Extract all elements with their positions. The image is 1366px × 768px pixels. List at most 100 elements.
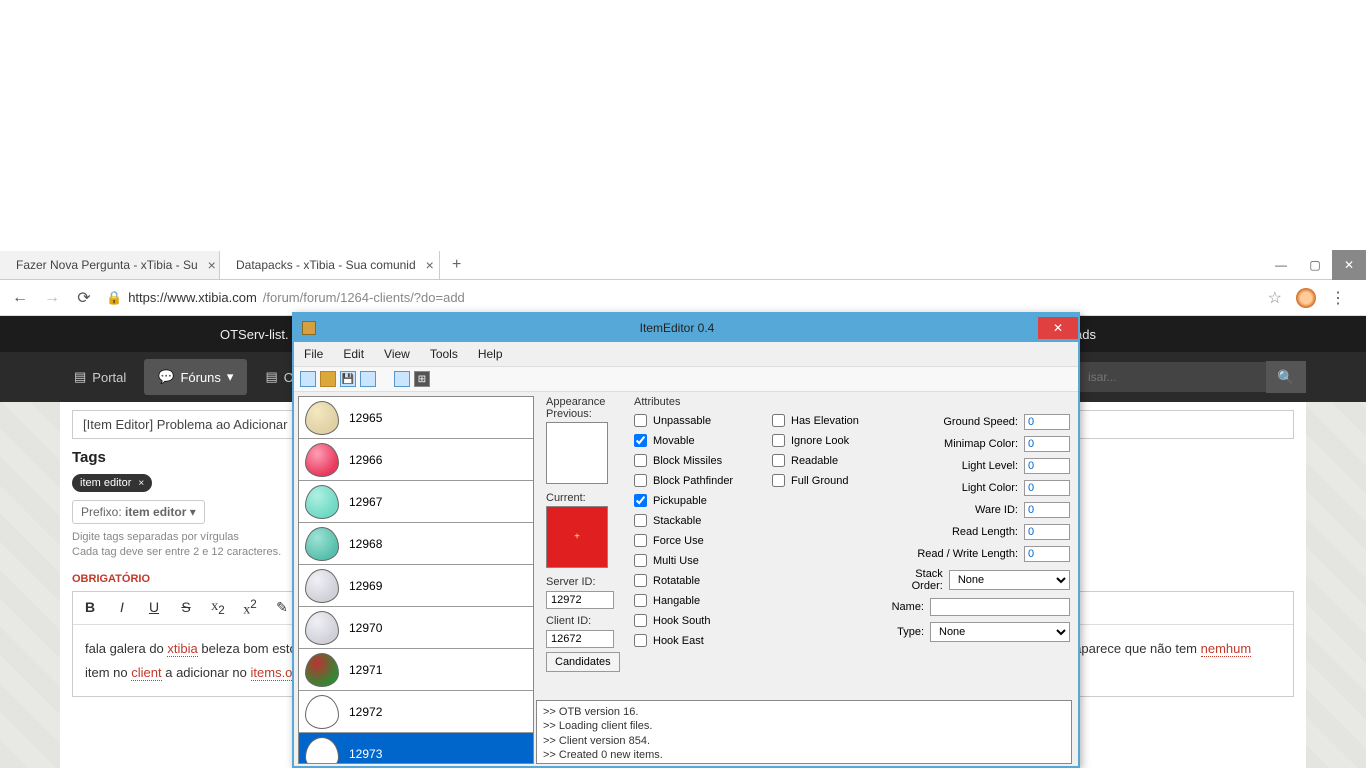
subscript-button[interactable]: x2: [209, 599, 227, 617]
browser-tab-0[interactable]: Fazer Nova Pergunta - xTibia - Su ×: [0, 251, 220, 279]
tab-close-icon[interactable]: ×: [426, 257, 434, 273]
checkbox-input[interactable]: [772, 454, 785, 467]
number-input[interactable]: [1024, 414, 1070, 430]
reload-button[interactable]: ⟳: [74, 288, 94, 308]
menu-tools[interactable]: Tools: [430, 347, 458, 361]
list-item[interactable]: 12971: [299, 649, 533, 691]
list-item[interactable]: 12969: [299, 565, 533, 607]
form-icon[interactable]: [394, 371, 410, 387]
search-input[interactable]: [1076, 362, 1266, 392]
checkbox-input[interactable]: [772, 414, 785, 427]
candidates-button[interactable]: Candidates: [546, 652, 620, 672]
menu-edit[interactable]: Edit: [343, 347, 364, 361]
brush-icon[interactable]: ✎: [273, 600, 291, 617]
number-input[interactable]: [1024, 546, 1070, 562]
number-input[interactable]: [1024, 436, 1070, 452]
superscript-button[interactable]: x2: [241, 598, 259, 619]
list-item[interactable]: 12965: [299, 397, 533, 439]
number-input[interactable]: [1024, 502, 1070, 518]
menu-file[interactable]: File: [304, 347, 323, 361]
tag-chip[interactable]: item editor ×: [72, 474, 152, 492]
url-field[interactable]: 🔒 https://www.xtibia.com/forum/forum/126…: [106, 290, 1256, 306]
text-input[interactable]: [930, 598, 1070, 616]
nav-portal[interactable]: ▤ Portal: [60, 359, 140, 395]
strike-button[interactable]: S: [177, 599, 195, 617]
checkbox-block-missiles[interactable]: Block Missiles: [634, 454, 764, 467]
open-folder-icon[interactable]: [320, 371, 336, 387]
server-id-input[interactable]: [546, 591, 614, 609]
grid-icon[interactable]: ⊞: [414, 371, 430, 387]
checkbox-multi-use[interactable]: Multi Use: [634, 554, 764, 567]
browser-tab-1[interactable]: Datapacks - xTibia - Sua comunid ×: [220, 251, 440, 279]
checkbox-input[interactable]: [634, 574, 647, 587]
number-input[interactable]: [1024, 458, 1070, 474]
checkbox-hook-south[interactable]: Hook South: [634, 614, 764, 627]
minimize-button[interactable]: —: [1264, 250, 1298, 280]
checkbox-input[interactable]: [634, 414, 647, 427]
checkbox-input[interactable]: [772, 434, 785, 447]
new-file-icon[interactable]: [300, 371, 316, 387]
checkbox-readable[interactable]: Readable: [772, 454, 882, 467]
checkbox-ignore-look[interactable]: Ignore Look: [772, 434, 882, 447]
list-item[interactable]: 12970: [299, 607, 533, 649]
client-id-input[interactable]: [546, 630, 614, 648]
checkbox-hangable[interactable]: Hangable: [634, 594, 764, 607]
number-input[interactable]: [1024, 480, 1070, 496]
restore-button[interactable]: ▢: [1298, 250, 1332, 280]
checkbox-has-elevation[interactable]: Has Elevation: [772, 414, 882, 427]
tag-remove-icon[interactable]: ×: [138, 478, 144, 489]
checkbox-force-use[interactable]: Force Use: [634, 534, 764, 547]
checkbox-input[interactable]: [634, 434, 647, 447]
new-tab-button[interactable]: +: [440, 256, 473, 274]
checkbox-unpassable[interactable]: Unpassable: [634, 414, 764, 427]
checkbox-pickupable[interactable]: Pickupable: [634, 494, 764, 507]
prefix-dropdown[interactable]: Prefixo: item editor ▾: [72, 500, 205, 524]
field-label: Ground Speed:: [943, 416, 1018, 428]
close-button[interactable]: ✕: [1332, 250, 1366, 280]
checkbox-hook-east[interactable]: Hook East: [634, 634, 764, 647]
titlebar[interactable]: ItemEditor 0.4 ✕: [294, 314, 1078, 342]
log-panel[interactable]: >> OTB version 16.>> Loading client file…: [536, 700, 1072, 764]
checkbox-rotatable[interactable]: Rotatable: [634, 574, 764, 587]
checkbox-stackable[interactable]: Stackable: [634, 514, 764, 527]
checkbox-input[interactable]: [634, 614, 647, 627]
list-item[interactable]: 12973: [299, 733, 533, 764]
bookmark-icon[interactable]: ☆: [1268, 288, 1282, 308]
back-button[interactable]: ←: [10, 289, 30, 307]
checkbox-full-ground[interactable]: Full Ground: [772, 474, 882, 487]
underline-button[interactable]: U: [145, 599, 163, 617]
checkbox-input[interactable]: [634, 514, 647, 527]
checkbox-input[interactable]: [634, 474, 647, 487]
checkbox-input[interactable]: [634, 494, 647, 507]
list-item[interactable]: 12966: [299, 439, 533, 481]
checkbox-input[interactable]: [634, 534, 647, 547]
list-item[interactable]: 12972: [299, 691, 533, 733]
kebab-menu-icon[interactable]: ⋮: [1330, 288, 1346, 308]
checkbox-input[interactable]: [634, 634, 647, 647]
list-item[interactable]: 12967: [299, 481, 533, 523]
item-list[interactable]: 1296512966129671296812969129701297112972…: [298, 396, 534, 764]
checkbox-movable[interactable]: Movable: [634, 434, 764, 447]
checkbox-input[interactable]: [634, 554, 647, 567]
checkbox-input[interactable]: [634, 594, 647, 607]
checkbox-block-pathfinder[interactable]: Block Pathfinder: [634, 474, 764, 487]
nav-foruns[interactable]: 💬 Fóruns ▾: [144, 359, 247, 395]
forward-button[interactable]: →: [42, 289, 62, 307]
checkbox-input[interactable]: [634, 454, 647, 467]
copy-icon[interactable]: [360, 371, 376, 387]
tab-close-icon[interactable]: ×: [208, 257, 216, 273]
search-button[interactable]: 🔍: [1266, 361, 1306, 393]
window-close-button[interactable]: ✕: [1038, 317, 1078, 339]
profile-avatar-icon[interactable]: [1296, 288, 1316, 308]
body-text: xtibia: [167, 641, 197, 657]
dropdown-input[interactable]: None: [949, 570, 1070, 590]
list-item[interactable]: 12968: [299, 523, 533, 565]
number-input[interactable]: [1024, 524, 1070, 540]
save-icon[interactable]: 💾: [340, 371, 356, 387]
menu-help[interactable]: Help: [478, 347, 503, 361]
checkbox-input[interactable]: [772, 474, 785, 487]
italic-button[interactable]: I: [113, 599, 131, 617]
bold-button[interactable]: B: [81, 599, 99, 617]
menu-view[interactable]: View: [384, 347, 410, 361]
dropdown-input[interactable]: None: [930, 622, 1070, 642]
